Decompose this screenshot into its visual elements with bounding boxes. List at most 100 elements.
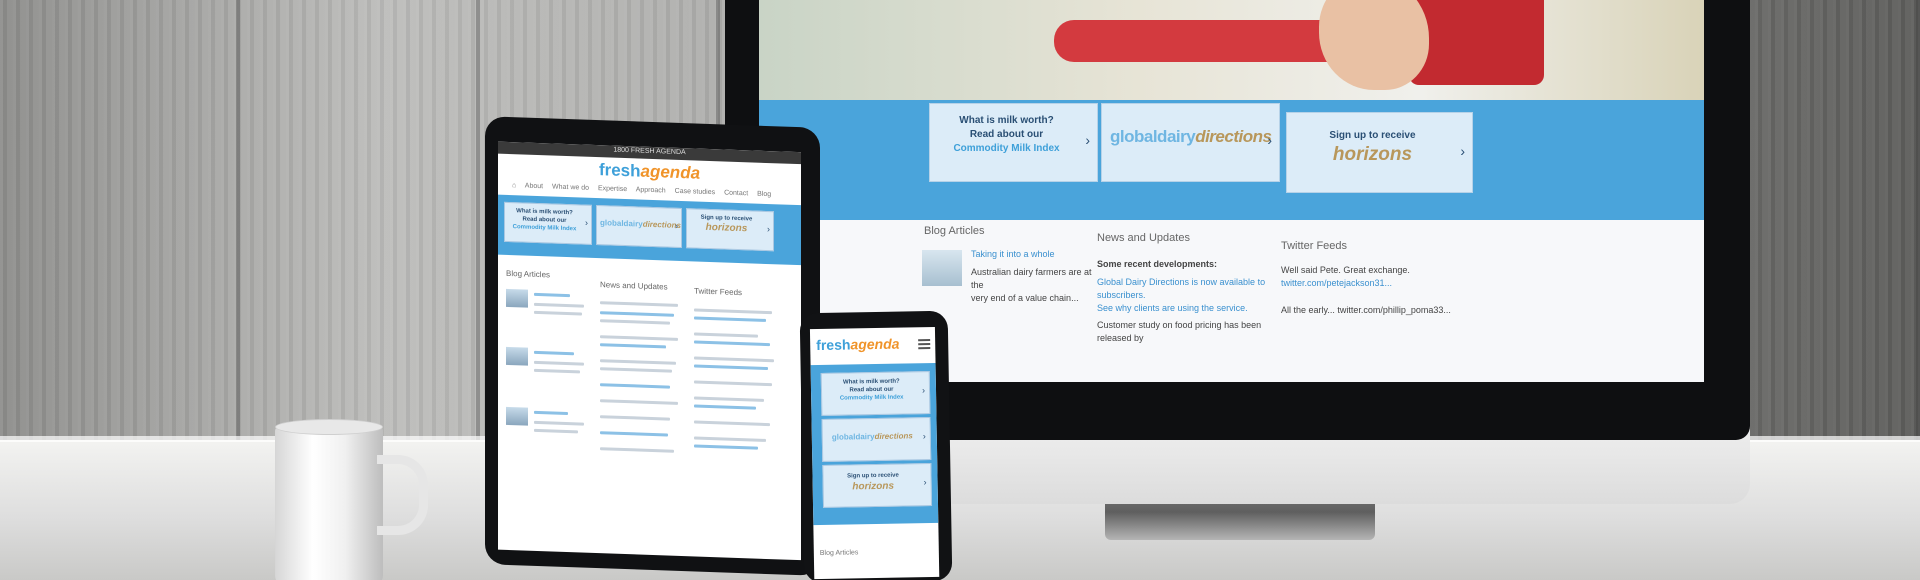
blog-excerpt-line: very end of a value chain... [971,293,1079,303]
menu-icon[interactable] [918,339,931,351]
text-line [600,311,674,317]
text-line [600,301,678,307]
logo-fresh: fresh [598,160,641,181]
chevron-right-icon: › [767,223,770,235]
news-item: Customer study on food pricing has been … [1097,320,1262,343]
nav-item[interactable]: Approach [636,186,666,194]
home-icon[interactable]: ⌂ [512,182,516,189]
text-line [600,343,666,349]
global-dairy-directions-promo[interactable]: globaldairydirections › [1101,103,1280,182]
chevron-right-icon: › [675,220,678,231]
text-line [600,367,672,373]
text-line [534,368,580,374]
tablet-milk-promo[interactable]: What is milk worth? Read about our Commo… [504,201,592,245]
logo-fresh: fresh [816,336,851,354]
mug-rim [275,419,383,435]
text-line [534,350,574,356]
hero-hand [1319,0,1429,90]
tablet-horizons-promo[interactable]: Sign up to receive horizons › [686,208,774,252]
phone-website-screen: freshagenda What is milk worth? Read abo… [809,326,940,580]
text-line [600,359,676,365]
text-line [534,410,568,416]
tweet-text: All the early... twitter.com/phillip_pom… [1281,305,1451,315]
promo-milk-line1: What is milk worth? [959,115,1054,126]
news-subheading: Some recent developments: [1097,259,1218,269]
tablet-device: 1800 FRESH AGENDA freshagenda ⌂ About Wh… [485,116,820,576]
horizons-logo: horizons [852,480,895,493]
text-line [534,420,584,426]
text-line [534,292,570,298]
blog-articles-heading: Blog Articles [924,225,985,237]
phone-horizons-promo[interactable]: Sign up to receive horizons › [822,463,933,508]
horizons-signup-promo[interactable]: Sign up to receive horizons › [1286,112,1473,193]
text-line [694,356,774,363]
coffee-mug [275,419,428,580]
promo-milk-link[interactable]: Commodity Milk Index [826,393,917,403]
text-line [694,396,764,402]
promo-milk-link[interactable]: Commodity Milk Index [508,223,581,234]
news-item[interactable]: Global Dairy Directions is now available… [1097,276,1272,302]
blog-post-title[interactable]: Taking it into a whole [971,249,1055,259]
text-line [600,335,678,341]
nav-item[interactable]: Blog [757,191,771,198]
phone-device: freshagenda What is milk worth? Read abo… [799,310,953,580]
chevron-right-icon: › [922,431,926,442]
tablet-gd-promo[interactable]: globaldairydirections › [596,205,682,249]
text-line [694,436,766,442]
gd-logo-directions: directions [1195,127,1272,146]
nav-item[interactable]: Expertise [598,185,627,193]
news-heading: News and Updates [1097,232,1190,244]
text-line [600,447,674,453]
gd-logo-global: globaldairy [600,218,643,229]
chevron-right-icon: › [923,477,927,488]
blog-excerpt-line: Australian dairy farmers are at the [971,267,1092,290]
blog-thumbnail [506,288,528,308]
chevron-right-icon: › [585,217,588,228]
text-line [694,420,770,427]
text-line [694,404,756,410]
text-line [694,380,772,387]
tablet-blog-heading: Blog Articles [506,268,551,280]
text-line [600,399,678,405]
phone-blog-heading: Blog Articles [819,549,859,557]
text-line [534,360,584,366]
mug-handle [377,455,428,535]
text-line [694,364,768,371]
hero-red-body [1409,0,1544,85]
chevron-right-icon: › [1267,132,1272,148]
horizons-logo: horizons [1332,144,1413,165]
nav-item[interactable]: Contact [724,189,748,197]
chevron-right-icon: › [1460,143,1465,159]
text-line [694,340,770,347]
nav-item[interactable]: Case studies [675,188,715,196]
gd-logo-global: globaldairy [831,432,875,442]
news-item[interactable]: See why clients are using the service. [1097,302,1272,315]
tablet-twitter-heading: Twitter Feeds [694,286,743,298]
nav-item[interactable]: About [525,183,543,191]
tweet-text: Well said Pete. Great exchange. [1281,265,1410,275]
phone-logo[interactable]: freshagenda [816,336,900,353]
phone-milk-promo[interactable]: What is milk worth? Read about our Commo… [820,371,931,416]
logo-agenda: agenda [640,161,701,183]
text-line [600,319,670,325]
gd-logo-global: globaldairy [1110,127,1196,146]
text-line [694,332,758,338]
gd-logo-directions: directions [874,431,913,442]
text-line [694,444,758,450]
tweet-link[interactable]: twitter.com/petejackson31... [1281,277,1441,290]
blog-thumbnail [506,406,528,426]
nav-item[interactable]: What we do [552,183,589,191]
text-line [694,308,772,315]
text-line [600,431,668,437]
blog-thumbnail [922,250,962,286]
promo-milk-link[interactable]: Commodity Milk Index [938,142,1075,156]
promo-signup-text: Sign up to receive [1329,130,1416,141]
commodity-milk-index-promo[interactable]: What is milk worth? Read about our Commo… [929,103,1098,182]
tablet-news-heading: News and Updates [600,280,668,292]
logo-agenda: agenda [850,335,900,353]
twitter-heading: Twitter Feeds [1281,240,1348,252]
phone-gd-promo[interactable]: globaldairydirections › [821,417,932,462]
text-line [694,316,766,322]
product-photo-scene: What is milk worth? Read about our Commo… [0,0,1920,580]
text-line [534,428,578,434]
